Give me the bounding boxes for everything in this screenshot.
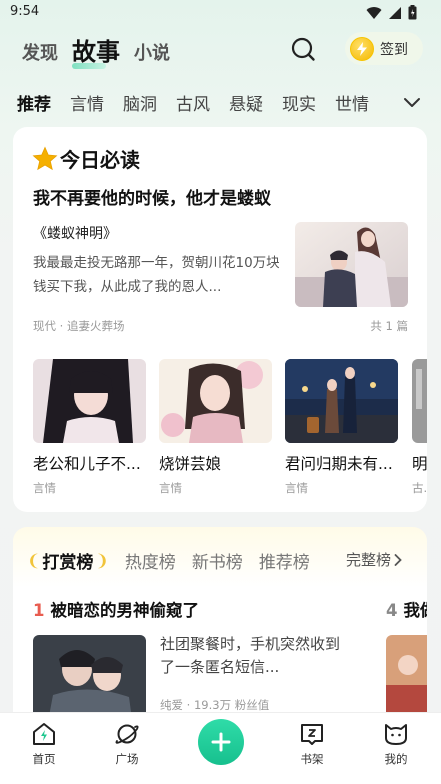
ranking-card: ❨ 打赏榜 ❩ 热度榜 新书榜 推荐榜 完整榜 1 被暗恋的男神偷窥了 4 我做 xyxy=(13,527,427,727)
category-recommended[interactable]: 推荐 xyxy=(17,90,51,115)
star-icon xyxy=(32,146,58,170)
rank-number: 4 xyxy=(386,601,398,620)
bookshelf-icon xyxy=(301,724,323,745)
book-tag: 言情 xyxy=(159,481,182,495)
book-tag: 古... xyxy=(412,481,427,495)
full-rank-label: 完整榜 xyxy=(346,551,392,569)
signal-icon xyxy=(389,6,401,19)
tab-new-rank[interactable]: 新书榜 xyxy=(192,548,243,573)
status-bar: 9:54 xyxy=(0,0,441,26)
tab-reward-rank[interactable]: ❨ 打赏榜 ❩ xyxy=(27,548,109,573)
nav-home[interactable]: 首页 xyxy=(14,721,74,767)
status-icons xyxy=(366,5,417,20)
book-cover-image xyxy=(159,359,272,443)
laurel-right-icon: ❩ xyxy=(95,550,109,570)
book-card[interactable]: 烧饼芸娘 言情 xyxy=(159,359,272,496)
lightning-coin-icon xyxy=(350,36,374,61)
tab-novels[interactable]: 小说 xyxy=(134,39,170,69)
featured-book-title[interactable]: 《蝼蚁神明》 xyxy=(33,223,117,243)
category-ancient[interactable]: 古风 xyxy=(176,90,210,115)
nav-home-label: 首页 xyxy=(32,752,56,766)
checkin-button[interactable]: 签到 xyxy=(345,32,423,65)
status-time: 9:54 xyxy=(10,4,40,19)
laurel-left-icon: ❨ xyxy=(27,550,41,570)
book-title: 君问归期未有... xyxy=(285,455,393,473)
nav-square[interactable]: 广场 xyxy=(97,721,157,767)
featured-cover-image[interactable] xyxy=(295,222,408,307)
rank-number: 1 xyxy=(33,601,45,620)
category-realistic[interactable]: 现实 xyxy=(282,90,316,115)
rank-item-title[interactable]: 1 被暗恋的男神偷窥了 xyxy=(33,597,199,621)
chevron-down-icon[interactable] xyxy=(402,92,422,112)
tab-discover[interactable]: 发现 xyxy=(22,39,58,69)
ranking-tabs: ❨ 打赏榜 ❩ 热度榜 新书榜 推荐榜 xyxy=(27,547,310,573)
cat-face-icon xyxy=(385,724,407,745)
book-card[interactable]: 老公和儿子不... 言情 xyxy=(33,359,146,496)
book-title: 老公和儿子不... xyxy=(33,455,141,473)
book-tag: 言情 xyxy=(33,481,56,495)
rank-item-description[interactable]: 社团聚餐时，手机突然收到了一条匿名短信... xyxy=(160,633,340,679)
rank-item-title[interactable]: 4 我做 xyxy=(386,597,427,621)
book-row: 老公和儿子不... 言情 烧饼芸娘 言情 君问归期未有... 言情 明 古. xyxy=(33,359,427,499)
category-worldly[interactable]: 世情 xyxy=(335,90,369,115)
book-cover-image xyxy=(33,359,146,443)
book-tag: 言情 xyxy=(285,481,308,495)
battery-icon xyxy=(408,5,417,20)
category-romance[interactable]: 言情 xyxy=(70,90,104,115)
top-tabs: 发现 故事 小说 xyxy=(22,33,170,69)
rank-item-name: 我做 xyxy=(403,601,427,620)
checkin-label: 签到 xyxy=(380,41,408,58)
nav-bookshelf-label: 书架 xyxy=(300,752,324,766)
book-title: 明 xyxy=(412,455,427,473)
tab-stories[interactable]: 故事 xyxy=(72,32,120,69)
add-button[interactable] xyxy=(198,719,244,765)
bottom-nav: 首页 广场 书架 我的 xyxy=(0,712,441,784)
search-icon[interactable] xyxy=(290,36,316,62)
home-icon xyxy=(33,723,55,745)
must-read-title: 今日必读 xyxy=(60,148,140,172)
featured-meta: 现代 · 追妻火葬场 xyxy=(33,319,125,333)
nav-profile[interactable]: 我的 xyxy=(366,721,426,767)
book-cover-image xyxy=(412,359,427,443)
nav-bookshelf[interactable]: 书架 xyxy=(282,721,342,767)
rank-item-meta: 纯爱 · 19.3万 粉丝值 xyxy=(160,698,270,712)
featured-headline[interactable]: 我不再要他的时候，他才是蝼蚁 xyxy=(33,184,271,209)
book-title: 烧饼芸娘 xyxy=(159,455,222,473)
full-rank-link[interactable]: 完整榜 xyxy=(346,549,402,570)
tab-recommend-rank[interactable]: 推荐榜 xyxy=(259,548,310,573)
tab-reward-rank-label: 打赏榜 xyxy=(42,552,94,573)
plus-icon xyxy=(211,732,231,752)
tab-hot-rank[interactable]: 热度榜 xyxy=(125,548,176,573)
book-card[interactable]: 明 古... xyxy=(412,359,427,496)
featured-description[interactable]: 我最最走投无路那一年，贺朝川花10万块钱买下我，从此成了我的恩人... xyxy=(33,251,285,299)
featured-count: 共 1 篇 xyxy=(370,319,408,333)
chevron-right-icon xyxy=(394,553,402,566)
category-bar: 推荐 言情 脑洞 古风 悬疑 现实 世情 xyxy=(17,88,369,116)
category-brainhole[interactable]: 脑洞 xyxy=(123,90,157,115)
wifi-icon xyxy=(366,6,382,19)
must-read-heading: 今日必读 xyxy=(32,144,140,173)
book-cover-image xyxy=(285,359,398,443)
must-read-card: 今日必读 我不再要他的时候，他才是蝼蚁 《蝼蚁神明》 我最最走投无路那一年，贺朝… xyxy=(13,127,427,512)
planet-icon xyxy=(115,724,139,744)
category-mystery[interactable]: 悬疑 xyxy=(229,90,263,115)
nav-square-label: 广场 xyxy=(115,752,139,766)
nav-profile-label: 我的 xyxy=(384,752,408,766)
rank-item-name: 被暗恋的男神偷窥了 xyxy=(50,601,199,620)
book-card[interactable]: 君问归期未有... 言情 xyxy=(285,359,398,496)
